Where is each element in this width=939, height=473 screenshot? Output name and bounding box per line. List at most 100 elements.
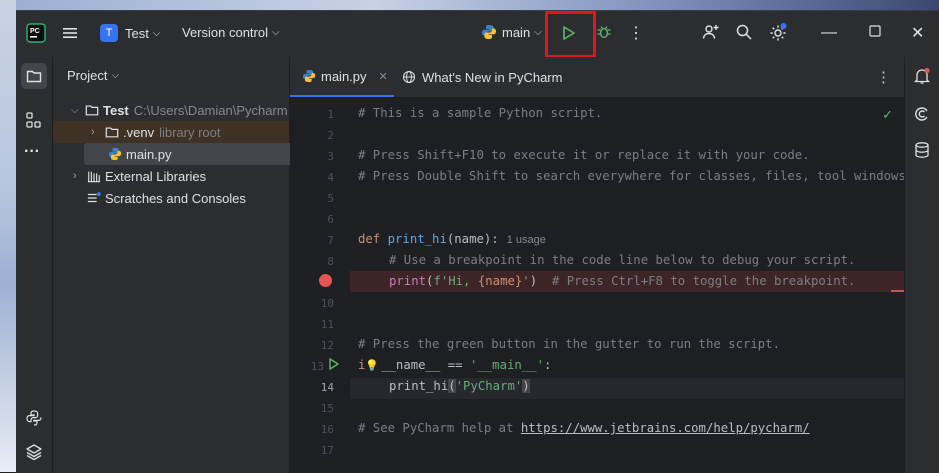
layers-icon: [26, 444, 42, 461]
project-tool-button[interactable]: [21, 63, 47, 89]
project-switcher[interactable]: T Test ⌵: [100, 24, 160, 42]
code-with-me-icon[interactable]: [702, 23, 720, 41]
code-text: (: [448, 379, 456, 393]
maximize-icon: [869, 25, 881, 37]
string-literal: ': [522, 274, 530, 288]
bell-icon: [913, 67, 931, 84]
help-link[interactable]: https://www.jetbrains.com/help/pycharm/: [521, 421, 810, 435]
layers-tool-button[interactable]: [25, 443, 43, 466]
library-icon: [87, 171, 101, 183]
structure-tool-button[interactable]: [25, 111, 43, 134]
minimize-icon: —: [821, 24, 837, 41]
builtin-name: print: [389, 274, 427, 288]
close-tab-icon[interactable]: ✕: [379, 70, 388, 83]
close-icon: ✕: [911, 25, 925, 42]
code-line-14: print_hi('PyCharm'): [358, 379, 530, 393]
tree-item-label: External Libraries: [105, 168, 207, 184]
run-config-name: main: [502, 24, 531, 40]
run-gutter-icon[interactable]: [328, 357, 340, 376]
chevron-down-icon: ⌵: [152, 27, 161, 39]
search-icon[interactable]: [735, 23, 753, 41]
line-number: 6: [327, 213, 334, 226]
fstring-expression: {name}: [477, 274, 523, 288]
project-panel-title: Project: [67, 68, 108, 83]
breakpoint-icon[interactable]: [319, 274, 332, 287]
line-number: 2: [327, 129, 334, 142]
bug-icon: [597, 26, 611, 39]
string-literal: 'PyCharm': [455, 379, 523, 393]
code-editor[interactable]: ✓ # This is a sample Python script. # Pr…: [350, 97, 905, 473]
tree-item-label: main.py: [126, 146, 172, 162]
tree-item-main-py[interactable]: main.py: [84, 143, 292, 165]
line-number: 14: [320, 381, 334, 394]
code-text: (name):: [446, 232, 499, 246]
chevron-down-icon: ⌵: [71, 104, 79, 116]
check-icon: ✓: [882, 107, 893, 122]
string-literal: '__main__': [469, 358, 545, 372]
code-line-8: # Use a breakpoint in the code line belo…: [389, 253, 856, 267]
vcs-label: Version control: [182, 25, 268, 40]
right-tool-strip: [904, 57, 939, 473]
keyword: def: [358, 232, 388, 246]
database-button[interactable]: [913, 141, 931, 164]
python-packages-button[interactable]: [25, 409, 43, 432]
structure-icon: [26, 112, 41, 128]
notifications-button[interactable]: [913, 67, 931, 90]
run-configuration-selector[interactable]: main ⌵: [481, 24, 542, 40]
line-number: 12: [320, 339, 334, 352]
folder-icon: [26, 70, 42, 83]
folder-icon: [105, 127, 119, 138]
line-number: 11: [320, 318, 334, 331]
chevron-right-icon: ›: [73, 170, 77, 182]
pycharm-logo-icon[interactable]: PC: [26, 23, 46, 43]
code-line-1: # This is a sample Python script.: [358, 106, 603, 120]
tree-item-test[interactable]: ⌵ Test C:\Users\Damian\Pycharm: [53, 99, 289, 121]
tree-item-external-libraries[interactable]: › External Libraries: [53, 165, 289, 187]
version-control-menu[interactable]: Version control ⌵: [182, 25, 280, 40]
python-file-icon: [108, 147, 122, 161]
tab-label: What's New in PyCharm: [422, 69, 563, 85]
code-line-12: # Press the green button in the gutter t…: [358, 337, 780, 351]
code-line-9: print(f'Hi, {name}') # Press Ctrl+F8 to …: [358, 274, 855, 288]
code-line-7: def print_hi(name): 1 usage: [358, 232, 546, 246]
code-line-16: # See PyCharm help at https://www.jetbra…: [358, 421, 810, 435]
close-button[interactable]: ✕: [911, 23, 924, 43]
project-panel-header[interactable]: Project ⌵: [67, 68, 119, 83]
code-text: ): [529, 274, 538, 288]
line-number: 15: [320, 402, 334, 415]
intention-bulb-icon[interactable]: 💡: [365, 359, 379, 372]
maximize-button[interactable]: [869, 25, 881, 37]
line-number: 8: [327, 255, 334, 268]
ide-window: PC T Test ⌵ Version control ⌵ main ⌵ ⋮ —…: [16, 10, 939, 473]
code-comment: # See PyCharm help at: [358, 421, 521, 435]
tab-options-icon[interactable]: ⋮: [876, 68, 891, 86]
debug-button[interactable]: [596, 24, 612, 40]
line-number: 13: [310, 360, 324, 373]
main-menu-icon[interactable]: [62, 25, 78, 41]
tree-item-label: Scratches and Consoles: [105, 190, 246, 206]
minimize-button[interactable]: —: [821, 24, 837, 42]
line-number: 10: [320, 297, 334, 310]
error-stripe-mark: [891, 290, 905, 292]
tree-item-venv[interactable]: › .venv library root: [53, 121, 289, 143]
more-actions-icon[interactable]: ⋮: [628, 23, 644, 43]
usage-hint[interactable]: 1 usage: [507, 234, 546, 246]
run-button[interactable]: [561, 25, 577, 41]
chevron-down-icon: ⌵: [534, 26, 542, 38]
code-text: ): [522, 379, 530, 393]
string-literal: f'Hi,: [433, 274, 478, 288]
more-tools-icon[interactable]: ···: [24, 143, 40, 161]
tab-whats-new[interactable]: What's New in PyCharm: [402, 57, 562, 97]
folder-icon: [85, 105, 99, 116]
code-text: ==: [440, 358, 470, 372]
tree-item-label: Test: [103, 102, 129, 118]
code-line-13: i💡 __name__ == '__main__':: [358, 358, 551, 372]
title-bar: PC T Test ⌵ Version control ⌵ main ⌵ ⋮ —…: [16, 11, 939, 58]
project-tool-window: Project ⌵ ⌵ Test C:\Users\Damian\Pycharm…: [53, 57, 292, 473]
tab-main-py[interactable]: main.py ✕: [290, 57, 394, 97]
settings-icon[interactable]: [768, 22, 788, 42]
ai-assistant-button[interactable]: [913, 105, 931, 128]
tree-item-scratches[interactable]: Scratches and Consoles: [53, 187, 289, 209]
code-line-3: # Press Shift+F10 to execute it or repla…: [358, 148, 810, 162]
run-icon: [563, 26, 575, 40]
